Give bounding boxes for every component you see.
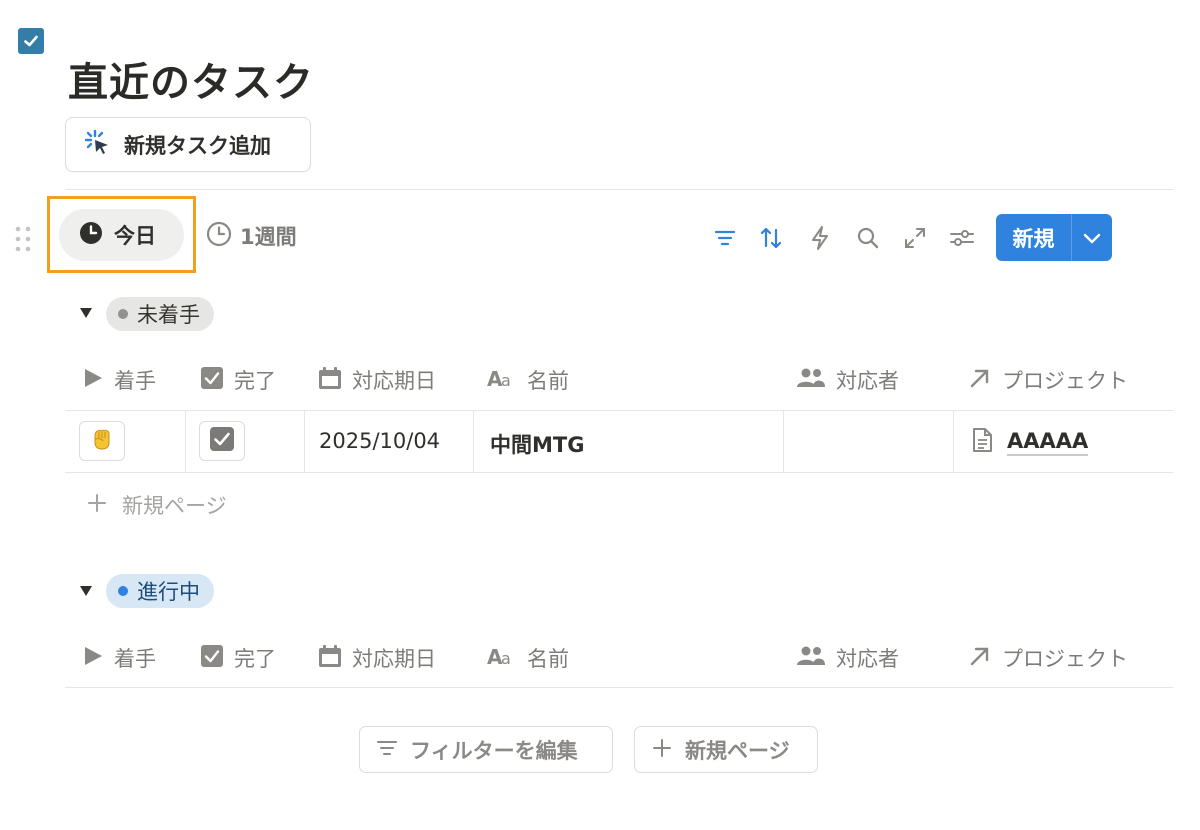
document-icon (971, 427, 993, 457)
clock-icon (79, 221, 103, 249)
relation-arrow-icon (968, 366, 992, 394)
status-label: 進行中 (137, 580, 200, 604)
people-icon (796, 645, 826, 671)
checkbox-icon (200, 644, 224, 672)
play-icon (82, 645, 104, 671)
calendar-icon (318, 644, 342, 672)
plus-icon (86, 492, 108, 518)
group-collapse-triangle-icon[interactable] (78, 583, 94, 599)
tab-today[interactable]: 今日 (59, 209, 184, 261)
settings-icon[interactable] (948, 222, 976, 254)
task-name-cell[interactable]: 中間MTG (490, 429, 584, 459)
column-label: 完了 (234, 647, 276, 671)
checked-checkbox-icon (209, 426, 235, 456)
new-button-label[interactable]: 新規 (996, 214, 1072, 261)
column-label: プロジェクト (1002, 369, 1128, 393)
column-header-assignee[interactable]: 対応者 (796, 365, 899, 395)
new-button[interactable]: 新規 (996, 214, 1112, 261)
svg-text:a: a (501, 649, 511, 667)
svg-text:a: a (501, 371, 511, 389)
add-task-button[interactable]: 新規タスク追加 (65, 117, 311, 172)
raised-fist-icon (91, 427, 113, 455)
column-header-project[interactable]: プロジェクト (968, 643, 1128, 673)
play-icon (82, 367, 104, 393)
column-label: 対応期日 (352, 647, 436, 671)
status-pill-in-progress[interactable]: 進行中 (106, 574, 214, 608)
cell-divider (185, 411, 186, 472)
column-header-done[interactable]: 完了 (200, 365, 276, 395)
column-label: 対応期日 (352, 369, 436, 393)
new-page-row[interactable]: 新規ページ (86, 490, 227, 520)
column-header-assignee[interactable]: 対応者 (796, 643, 899, 673)
text-aa-icon: Aa (487, 645, 517, 671)
column-header-start[interactable]: 着手 (82, 643, 156, 673)
text-aa-icon: Aa (487, 367, 517, 393)
chevron-down-icon[interactable] (1072, 214, 1112, 261)
automation-icon[interactable] (806, 222, 834, 254)
due-date-cell[interactable]: 2025/10/04 (319, 429, 440, 453)
column-label: 対応者 (836, 369, 899, 393)
search-icon[interactable] (854, 222, 882, 254)
filter-icon[interactable] (711, 222, 739, 254)
column-label: 着手 (114, 647, 156, 671)
filter-icon (376, 737, 398, 763)
tab-week-label: 1週間 (240, 225, 297, 249)
column-label: プロジェクト (1002, 647, 1128, 671)
edit-filter-label: フィルターを編集 (410, 738, 578, 763)
page-title[interactable]: 直近のタスク (68, 50, 314, 108)
drag-handle-icon[interactable] (14, 225, 34, 253)
clock-outline-icon (206, 221, 232, 251)
relation-arrow-icon (968, 644, 992, 672)
cell-divider (304, 411, 305, 472)
status-label: 未着手 (137, 303, 200, 327)
edit-filter-button[interactable]: フィルターを編集 (359, 726, 613, 773)
sort-icon[interactable] (757, 222, 785, 254)
tab-week[interactable]: 1週間 (206, 220, 297, 252)
status-dot (118, 586, 128, 596)
column-label: 名前 (527, 647, 569, 671)
column-header-due[interactable]: 対応期日 (318, 365, 436, 395)
table-row-divider (65, 472, 1173, 473)
cursor-click-icon (82, 128, 112, 162)
column-label: 名前 (527, 369, 569, 393)
add-task-label: 新規タスク追加 (124, 133, 271, 158)
column-header-project[interactable]: プロジェクト (968, 365, 1128, 395)
checkbox-icon (200, 366, 224, 394)
cell-divider (473, 411, 474, 472)
start-button[interactable] (79, 421, 125, 461)
column-label: 対応者 (836, 647, 899, 671)
done-checkbox[interactable] (199, 421, 245, 461)
column-label: 着手 (114, 369, 156, 393)
people-icon (796, 367, 826, 393)
project-cell[interactable]: AAAAA (971, 427, 1089, 457)
expand-icon[interactable] (901, 222, 929, 254)
tab-today-label: 今日 (114, 224, 156, 248)
cell-divider (953, 411, 954, 472)
table-header-divider (65, 410, 1173, 411)
status-dot (118, 309, 128, 319)
group-collapse-triangle-icon[interactable] (78, 305, 94, 321)
page-checkbox-icon[interactable] (18, 28, 44, 54)
footer-new-page-label: 新規ページ (685, 738, 790, 763)
column-label: 完了 (234, 369, 276, 393)
footer-new-page-button[interactable]: 新規ページ (634, 726, 818, 773)
column-header-name[interactable]: Aa 名前 (487, 365, 569, 395)
column-header-done[interactable]: 完了 (200, 643, 276, 673)
column-header-start[interactable]: 着手 (82, 365, 156, 395)
column-header-due[interactable]: 対応期日 (318, 643, 436, 673)
project-link[interactable]: AAAAA (1007, 428, 1089, 456)
cell-divider (783, 411, 784, 472)
new-page-label: 新規ページ (122, 494, 227, 518)
column-header-name[interactable]: Aa 名前 (487, 643, 569, 673)
section-divider (65, 189, 1173, 190)
status-pill-not-started[interactable]: 未着手 (106, 297, 214, 331)
calendar-icon (318, 366, 342, 394)
plus-icon (651, 737, 673, 763)
table-header-divider (65, 687, 1173, 688)
